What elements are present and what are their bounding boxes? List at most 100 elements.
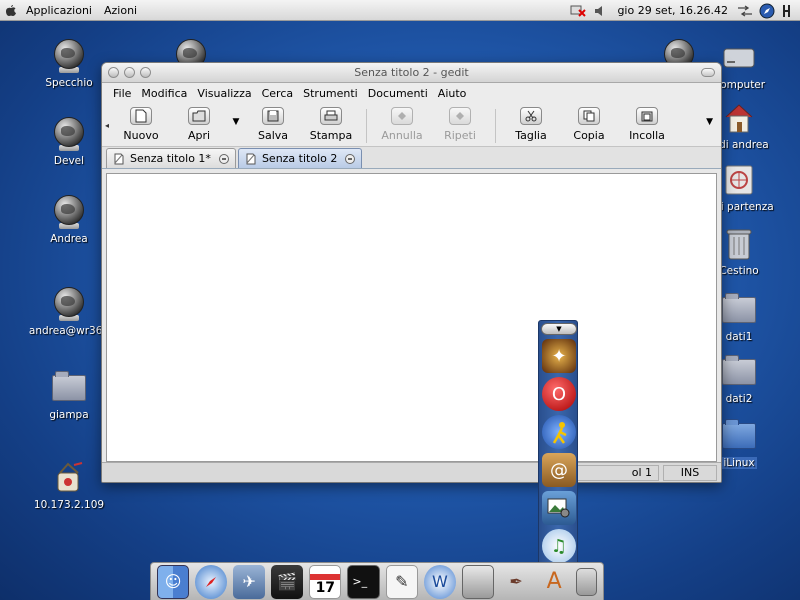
- compass-icon[interactable]: [759, 3, 775, 19]
- menu-azioni[interactable]: Azioni: [98, 4, 143, 17]
- ical-icon[interactable]: 17: [309, 564, 342, 599]
- safari-icon[interactable]: [195, 564, 228, 599]
- folder-icon: [721, 418, 757, 454]
- toolbar-handle-icon[interactable]: ◂: [102, 107, 112, 143]
- menu-aiuto[interactable]: Aiuto: [433, 87, 472, 100]
- network-globe-icon: [51, 286, 87, 322]
- copy-button[interactable]: Copia: [560, 107, 618, 142]
- desktop-icon-label: Andrea: [50, 233, 88, 245]
- finder-icon[interactable]: ☺: [157, 564, 190, 599]
- mail-icon[interactable]: ✈: [233, 564, 266, 599]
- iphoto-icon[interactable]: [542, 491, 576, 525]
- menu-strumenti[interactable]: Strumenti: [298, 87, 363, 100]
- opera-browser-icon[interactable]: O: [542, 377, 576, 411]
- apple-icon[interactable]: [4, 3, 18, 17]
- menu-documenti[interactable]: Documenti: [363, 87, 433, 100]
- top-panel: Applicazioni Azioni gio 29 set, 16.26.42: [0, 0, 800, 21]
- itunes-icon[interactable]: ♫: [542, 529, 576, 563]
- window-titlebar[interactable]: Senza titolo 2 - gedit: [102, 63, 721, 83]
- game-icon[interactable]: ✦: [542, 339, 576, 373]
- network-globe-icon: [51, 116, 87, 152]
- apple-system-icon[interactable]: [461, 564, 495, 599]
- paste-button[interactable]: Incolla: [618, 107, 676, 142]
- redo-button-label: Ripeti: [444, 129, 476, 142]
- open-button[interactable]: Apri: [170, 107, 228, 142]
- script-editor-icon[interactable]: ✒: [500, 565, 532, 599]
- dock-stack-icon[interactable]: [576, 567, 597, 596]
- clock[interactable]: gio 29 set, 16.26.42: [611, 4, 734, 17]
- network-globe-icon: [51, 38, 87, 74]
- desktop-icon-label: dati1: [725, 331, 753, 343]
- home-icon: [721, 100, 757, 136]
- switch-user-icon[interactable]: [737, 3, 753, 19]
- desktop-icon-label: Specchio: [45, 77, 93, 89]
- toolbar-separator: [495, 109, 496, 143]
- copy-button-label: Copia: [573, 129, 605, 142]
- desktop-icon-label: Cestino: [719, 265, 759, 277]
- new-button[interactable]: Nuovo: [112, 107, 170, 142]
- desktop-icon-label: iLinux: [721, 457, 757, 469]
- terminal-icon[interactable]: >_: [347, 564, 380, 599]
- desktop-icon-label: giampa: [49, 409, 89, 421]
- scissors-icon: [520, 107, 542, 125]
- printer-icon: [320, 107, 342, 125]
- menu-file[interactable]: File: [108, 87, 136, 100]
- document-icon: [114, 153, 124, 164]
- insert-mode-indicator: INS: [663, 464, 717, 481]
- text-editor-area[interactable]: [106, 173, 717, 462]
- aim-messenger-icon[interactable]: [542, 415, 576, 449]
- ical-header: [310, 573, 341, 580]
- menu-modifica[interactable]: Modifica: [136, 87, 192, 100]
- save-button-label: Salva: [257, 129, 289, 142]
- volume-icon[interactable]: [592, 3, 608, 19]
- tab-senza-titolo-2[interactable]: Senza titolo 2: [237, 148, 363, 168]
- redo-button[interactable]: Ripeti: [431, 107, 489, 142]
- dock-drawer: ▼ ✦ O @ ♫: [538, 320, 578, 582]
- keyboard-layout-icon[interactable]: [781, 3, 797, 19]
- close-window-button[interactable]: [108, 67, 119, 78]
- close-tab-icon[interactable]: [345, 153, 356, 164]
- print-button[interactable]: Stampa: [302, 107, 360, 142]
- folder-icon: [51, 370, 87, 406]
- save-button[interactable]: Salva: [244, 107, 302, 142]
- menu-visualizza[interactable]: Visualizza: [192, 87, 256, 100]
- gedit-window: Senza titolo 2 - gedit File Modifica Vis…: [101, 62, 722, 483]
- tab-label: Senza titolo 1*: [130, 152, 211, 165]
- cut-button-label: Taglia: [515, 129, 547, 142]
- ilife-icon[interactable]: W: [423, 564, 456, 599]
- document-icon: [246, 153, 256, 164]
- network-share-icon: [51, 460, 87, 496]
- trash-icon: [721, 226, 757, 262]
- toolbar-overflow-icon[interactable]: ▼: [706, 117, 713, 127]
- bottom-dock: ☺ ✈ 🎬 17 >_ ✎ W ✒ A: [150, 562, 604, 600]
- toolbar-toggle-button[interactable]: [701, 68, 715, 77]
- tab-label: Senza titolo 2: [261, 152, 338, 165]
- folder-icon: [721, 292, 757, 328]
- statusbar: ol 1 INS: [102, 462, 721, 482]
- new-document-icon: [130, 107, 152, 125]
- save-disk-icon: [262, 107, 284, 125]
- close-tab-icon[interactable]: [218, 153, 229, 164]
- menu-cerca[interactable]: Cerca: [257, 87, 299, 100]
- menu-applicazioni[interactable]: Applicazioni: [20, 4, 98, 17]
- window-title: Senza titolo 2 - gedit: [354, 66, 469, 79]
- address-book-icon[interactable]: @: [542, 453, 576, 487]
- system-tray: gio 29 set, 16.26.42: [567, 0, 800, 21]
- hard-drive-icon: [721, 40, 757, 76]
- new-button-label: Nuovo: [123, 129, 159, 142]
- imovie-icon[interactable]: 🎬: [271, 564, 304, 599]
- undo-button[interactable]: Annulla: [373, 107, 431, 142]
- tab-senza-titolo-1[interactable]: Senza titolo 1*: [106, 148, 236, 168]
- open-button-label: Apri: [187, 129, 211, 142]
- minimize-window-button[interactable]: [124, 67, 135, 78]
- copy-icon: [578, 107, 600, 125]
- zoom-window-button[interactable]: [140, 67, 151, 78]
- applications-folder-icon[interactable]: A: [538, 565, 570, 599]
- network-disconnected-icon[interactable]: [570, 3, 587, 19]
- undo-button-label: Annulla: [381, 129, 423, 142]
- open-recent-dropdown-icon[interactable]: ▼: [228, 107, 244, 137]
- cut-button[interactable]: Taglia: [502, 107, 560, 142]
- textedit-icon[interactable]: ✎: [385, 564, 418, 599]
- desktop-icon-label: dati2: [725, 393, 753, 405]
- drawer-collapse-icon[interactable]: ▼: [541, 323, 577, 335]
